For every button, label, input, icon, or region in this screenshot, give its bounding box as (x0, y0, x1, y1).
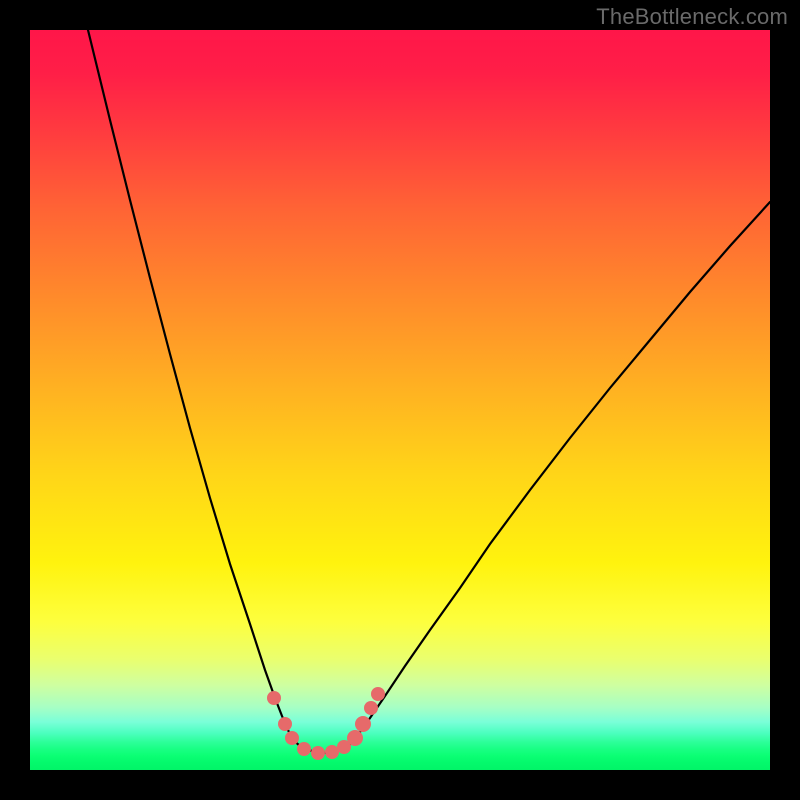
marker-dot (297, 742, 311, 756)
bottleneck-curve (88, 30, 770, 753)
marker-dot (267, 691, 281, 705)
marker-dot (285, 731, 299, 745)
marker-dot (278, 717, 292, 731)
marker-dot (347, 730, 363, 746)
watermark-text: TheBottleneck.com (596, 4, 788, 30)
marker-dot (364, 701, 378, 715)
marker-dot (325, 745, 339, 759)
marker-dot (311, 746, 325, 760)
chart-container: TheBottleneck.com (0, 0, 800, 800)
marker-dot (371, 687, 385, 701)
marker-dot (355, 716, 371, 732)
curve-layer (30, 30, 770, 770)
valley-markers (267, 687, 385, 760)
plot-area (30, 30, 770, 770)
